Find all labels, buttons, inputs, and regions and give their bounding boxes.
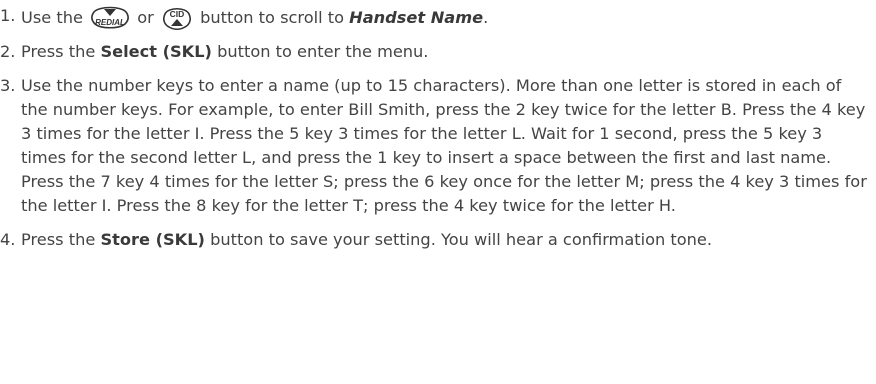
step-text: or: [137, 8, 154, 27]
step-text: Use the: [21, 8, 83, 27]
step-number: 2.: [0, 42, 16, 61]
step-1: 1. Use the REDIAL or CID button to scrol…: [0, 4, 876, 30]
step-text: Use the number keys to enter a name (up …: [21, 76, 867, 215]
redial-icon-label: REDIAL: [95, 18, 125, 27]
step-3: 3. Use the number keys to enter a name (…: [0, 74, 876, 218]
menu-option-name: Handset Name: [349, 8, 484, 27]
step-text: Press the: [21, 230, 96, 249]
redial-down-button-icon: REDIAL: [90, 4, 130, 30]
step-4: 4. Press the Store (SKL) button to save …: [0, 228, 876, 252]
step-number: 3.: [0, 76, 16, 95]
step-text: button to save your setting. You will he…: [210, 230, 713, 249]
step-text: Press the: [21, 42, 96, 61]
cid-icon-label: CID: [170, 9, 185, 19]
cid-up-button-icon: CID: [161, 4, 193, 30]
instruction-steps: 1. Use the REDIAL or CID button to scrol…: [0, 0, 876, 252]
button-name: Select (SKL): [100, 42, 212, 61]
step-text: .: [483, 8, 489, 27]
step-text: button to scroll to: [200, 8, 345, 27]
button-name: Store (SKL): [100, 230, 205, 249]
step-number: 1.: [0, 6, 16, 25]
step-number: 4.: [0, 230, 16, 249]
step-2: 2. Press the Select (SKL) button to ente…: [0, 40, 876, 64]
step-text: button to enter the menu.: [217, 42, 429, 61]
